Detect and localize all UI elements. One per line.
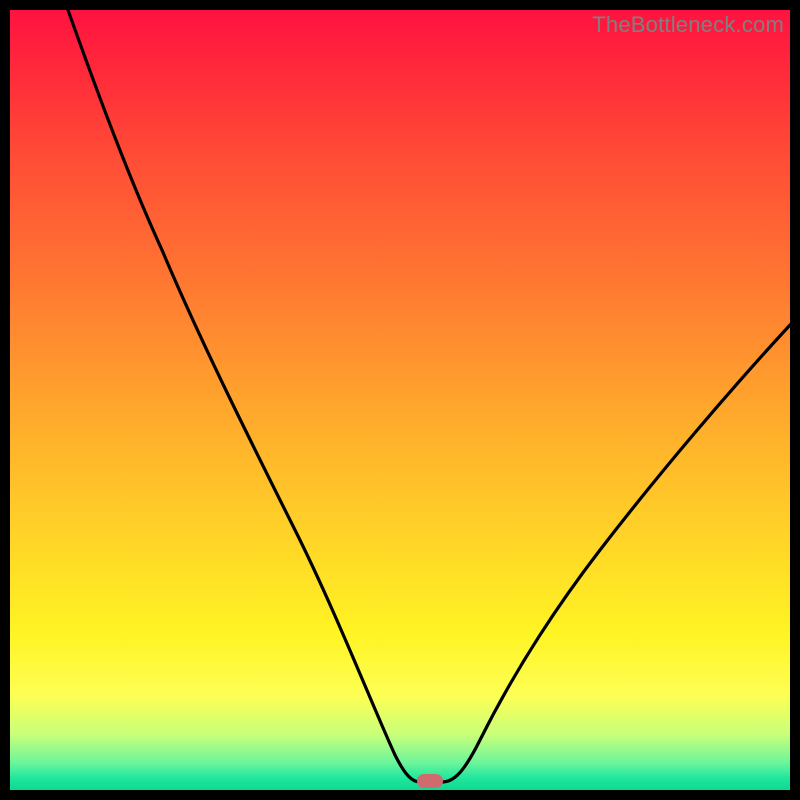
min-marker <box>417 774 443 788</box>
plot-area: TheBottleneck.com <box>10 10 790 790</box>
curve-path <box>68 10 790 782</box>
chart-frame: TheBottleneck.com <box>0 0 800 800</box>
bottleneck-curve <box>10 10 790 790</box>
